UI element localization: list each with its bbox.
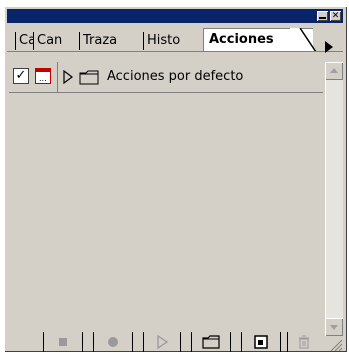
new-set-folder-icon xyxy=(202,335,220,349)
tab-paths[interactable]: Traza xyxy=(79,32,129,50)
minimize-icon xyxy=(319,17,326,19)
action-set-label: Acciones por defecto xyxy=(107,69,244,84)
minimize-button[interactable] xyxy=(317,11,328,21)
toggle-item-checkbox[interactable]: ✓ xyxy=(13,68,29,84)
scroll-down-button[interactable] xyxy=(325,318,343,336)
arrow-down-icon xyxy=(330,325,338,330)
tab-channels-2[interactable]: Can xyxy=(33,32,69,50)
tab-label-active: Acciones xyxy=(209,32,274,47)
checkmark-icon: ✓ xyxy=(15,68,27,83)
actions-palette-window: ✕ Ca Can Traza Histo Acciones ✓ xyxy=(4,6,347,352)
tab-label: Ca xyxy=(19,33,33,48)
new-action-icon xyxy=(254,335,268,349)
actions-list: ✓ ... Acciones por defecto xyxy=(9,62,323,322)
stop-icon xyxy=(59,338,67,346)
row-column-divider xyxy=(57,62,58,92)
action-set-row[interactable]: ✓ ... Acciones por defecto xyxy=(9,62,323,93)
dialog-dots: ... xyxy=(39,74,47,83)
actions-toolbar xyxy=(7,332,323,352)
palette-title-bar[interactable]: ✕ xyxy=(7,9,343,23)
record-icon xyxy=(108,337,118,347)
close-button[interactable]: ✕ xyxy=(330,11,341,21)
tab-label: Histo xyxy=(147,33,181,48)
trash-icon xyxy=(298,335,309,349)
folder-icon xyxy=(79,70,99,85)
new-set-button[interactable] xyxy=(191,332,231,352)
scroll-up-button[interactable] xyxy=(325,62,343,80)
arrow-up-icon xyxy=(330,68,338,73)
resize-grip-icon[interactable] xyxy=(327,336,343,352)
tab-label: Can xyxy=(37,33,63,48)
tab-channels[interactable]: Ca xyxy=(15,32,33,50)
tab-baseline xyxy=(7,51,343,52)
delete-button[interactable] xyxy=(287,332,319,352)
tab-history[interactable]: Histo xyxy=(143,32,183,50)
palette-menu-arrow-icon[interactable] xyxy=(322,40,336,54)
record-button[interactable] xyxy=(93,332,133,352)
tab-label: Traza xyxy=(83,33,118,48)
toggle-dialog-icon[interactable]: ... xyxy=(35,68,51,84)
stop-button[interactable] xyxy=(43,332,83,352)
expand-triangle-icon[interactable] xyxy=(63,70,73,84)
close-icon: ✕ xyxy=(331,11,340,21)
palette-tab-strip: Ca Can Traza Histo Acciones xyxy=(7,26,343,52)
vertical-scrollbar[interactable] xyxy=(325,62,343,336)
active-tab-slant xyxy=(290,28,317,52)
play-icon xyxy=(157,335,168,349)
new-action-button[interactable] xyxy=(241,332,281,352)
play-button[interactable] xyxy=(143,332,181,352)
